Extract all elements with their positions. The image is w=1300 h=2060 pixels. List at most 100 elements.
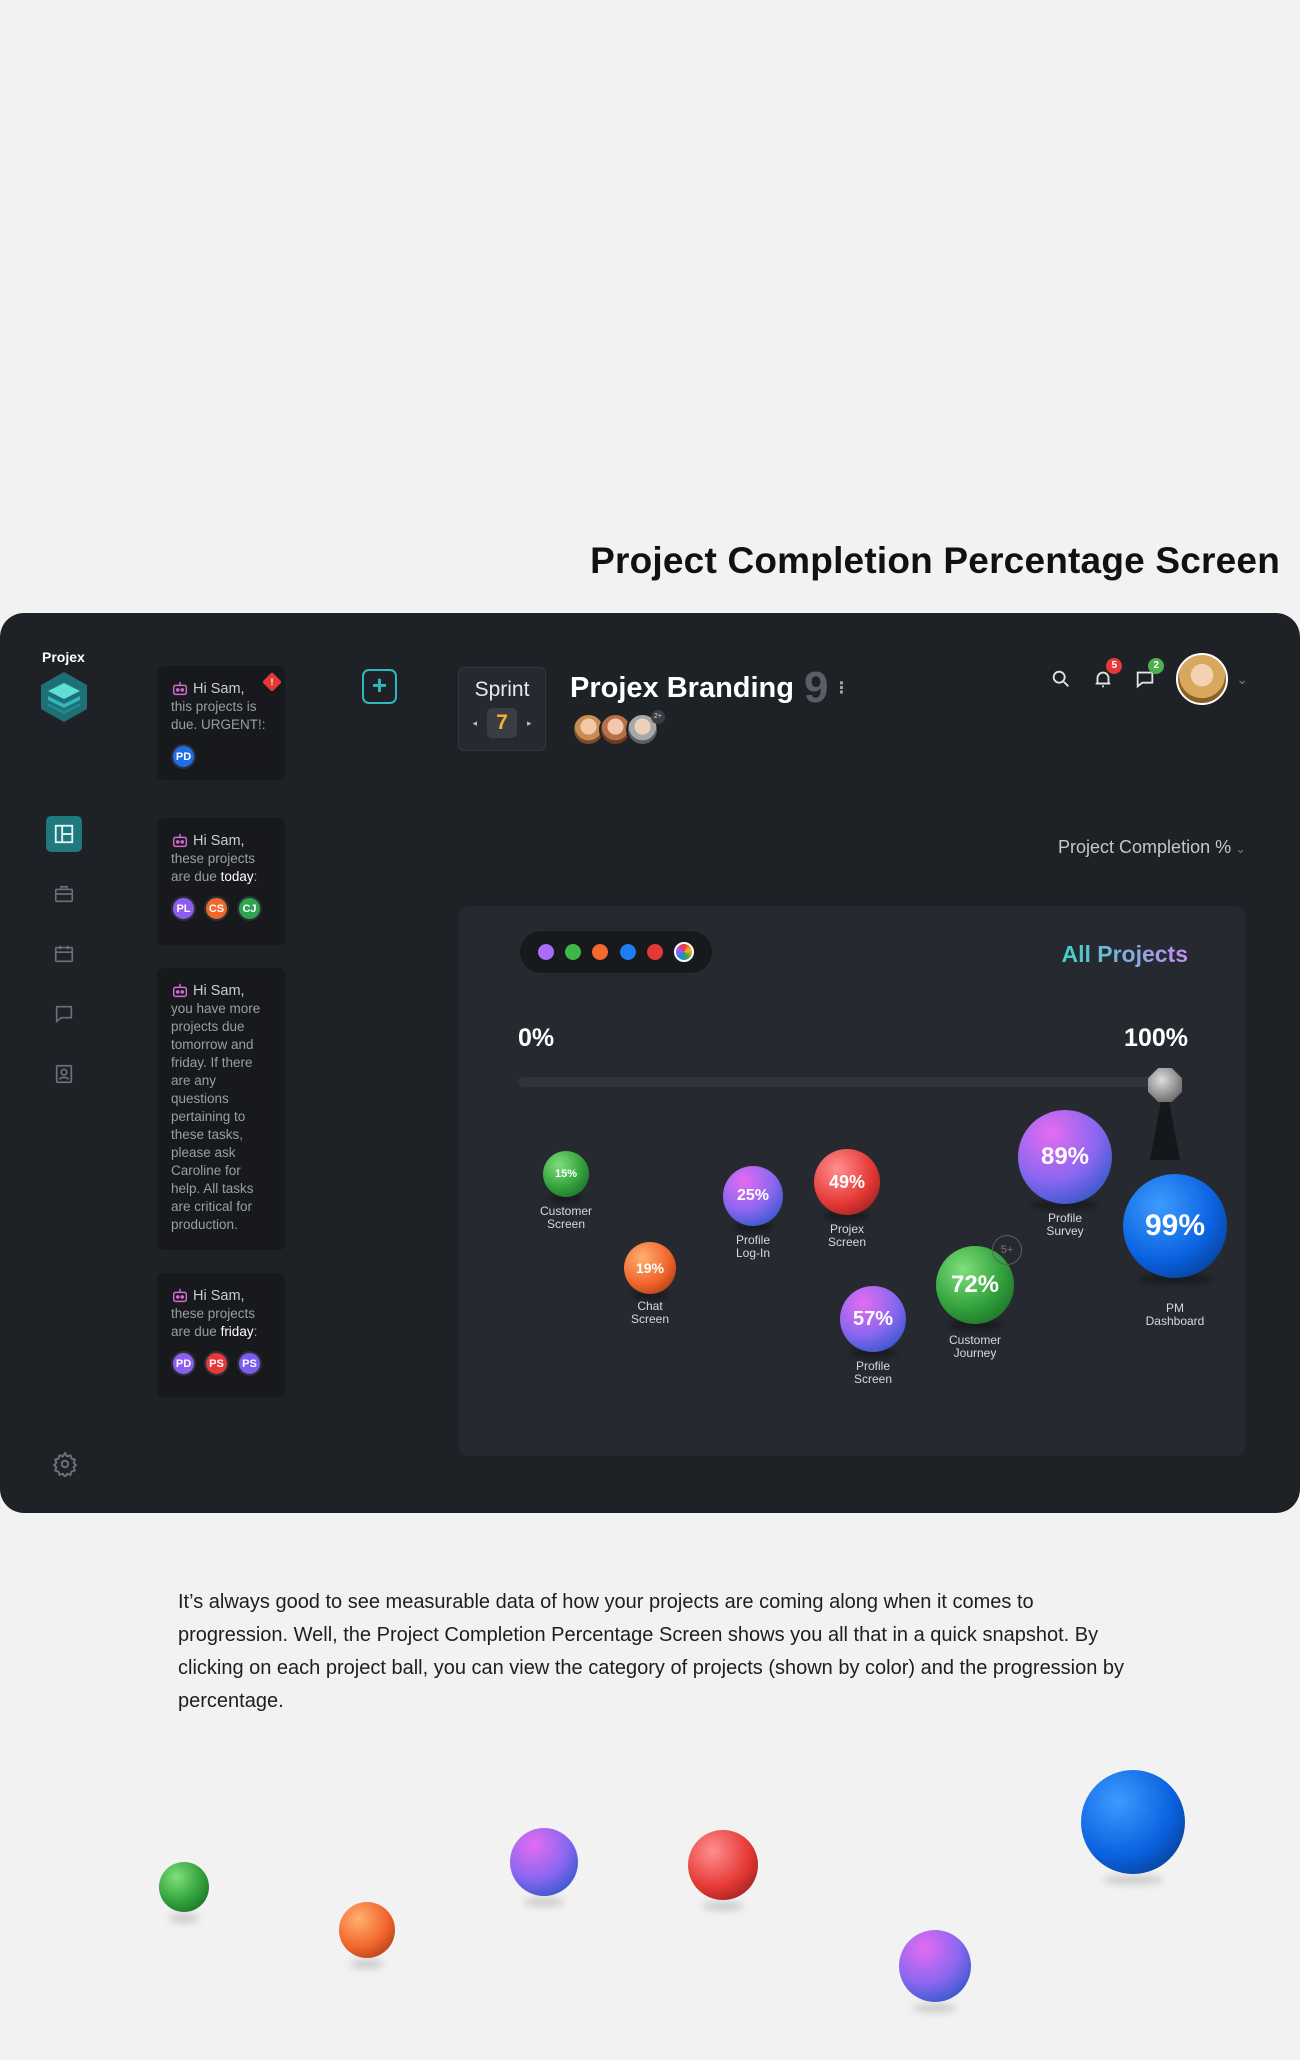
project-ball-label: PM Dashboard <box>1145 1301 1205 1328</box>
category-green[interactable] <box>564 944 581 960</box>
project-header: Projex Branding 9 ⋮ <box>570 663 849 713</box>
project-ball-label: Profile Screen <box>853 1359 893 1386</box>
note-highlight: friday <box>220 1324 254 1339</box>
project-chip[interactable]: PD <box>171 744 196 769</box>
decorative-ball-shadow <box>1101 1876 1165 1884</box>
slider-pointer <box>1150 1096 1180 1160</box>
project-ball-label: Chat Screen <box>630 1299 670 1326</box>
settings-gear-icon[interactable] <box>52 1451 78 1477</box>
project-ball[interactable]: 89% <box>1018 1110 1112 1204</box>
decorative-ball <box>159 1862 209 1912</box>
user-avatar[interactable] <box>1176 653 1229 705</box>
brand-name: Projex <box>42 649 85 665</box>
project-chip[interactable]: PD <box>171 1351 196 1376</box>
app-window: Projex ! Hi Sam, this projects is due. U… <box>0 613 1300 1513</box>
category-red[interactable] <box>646 944 663 960</box>
chat-bubble-icon[interactable]: 2 <box>1134 658 1165 690</box>
nav-contacts-icon[interactable] <box>46 1056 82 1092</box>
project-ball-label: Projex Screen <box>827 1222 867 1249</box>
notification-card[interactable]: Hi Sam, you have more projects due tomor… <box>157 968 285 1250</box>
description-text: It’s always good to see measurable data … <box>178 1591 1125 1712</box>
project-ball-label: Profile Survey <box>1046 1211 1084 1238</box>
search-icon[interactable] <box>1050 668 1072 690</box>
completion-slider-track[interactable] <box>518 1077 1178 1087</box>
chat-count-badge: 2 <box>1148 658 1165 674</box>
sprint-prev-button[interactable]: ◂ <box>472 718 477 729</box>
projex-logo-icon <box>41 672 87 722</box>
notification-card[interactable]: ! Hi Sam, this projects is due. URGENT!:… <box>157 666 285 780</box>
project-ball-label: Profile Log-In <box>735 1233 771 1260</box>
bell-count-badge: 5 <box>1106 658 1123 674</box>
project-ball[interactable]: 57% <box>840 1286 906 1352</box>
project-ball[interactable]: 15% <box>543 1151 589 1197</box>
completion-panel: All Projects 0% 100% 15% Customer Screen 19… <box>458 906 1246 1456</box>
note-text: you have more projects due tomorrow and … <box>171 1001 261 1232</box>
project-chip[interactable]: PS <box>204 1351 229 1376</box>
team-avatars[interactable]: 2+ <box>572 710 665 746</box>
decorative-ball <box>339 1902 395 1958</box>
category-orange[interactable] <box>592 944 609 960</box>
project-chip[interactable]: CJ <box>237 896 262 921</box>
project-ball-label: Customer Screen <box>539 1204 592 1231</box>
nav-chat-icon[interactable] <box>46 996 82 1032</box>
project-ball[interactable]: 49% <box>814 1149 880 1215</box>
nav-dashboard-icon[interactable] <box>46 816 82 852</box>
decorative-ball <box>1081 1770 1185 1874</box>
nav-calendar-icon[interactable] <box>46 936 82 972</box>
chevron-down-icon: ⌄ <box>1235 841 1246 856</box>
sprint-next-button[interactable]: ▸ <box>527 718 532 729</box>
team-more-badge: 2+ <box>651 710 665 724</box>
decorative-ball-shadow <box>702 1902 744 1910</box>
project-ball[interactable]: 25% <box>723 1166 783 1226</box>
category-filter <box>520 931 712 973</box>
project-chip[interactable]: PS <box>237 1351 262 1376</box>
category-all[interactable] <box>674 942 695 962</box>
add-project-button[interactable]: + <box>362 669 397 704</box>
category-blue[interactable] <box>619 944 636 960</box>
range-min: 0% <box>518 1024 555 1052</box>
note-greeting: Hi Sam, <box>193 681 245 697</box>
project-title: Projex Branding <box>570 671 794 704</box>
decorative-ball <box>899 1930 971 2002</box>
project-count: 9 <box>804 663 829 712</box>
decorative-ball-shadow <box>523 1898 565 1906</box>
range-max: 100% <box>1124 1024 1188 1052</box>
note-tail: : <box>253 869 258 884</box>
nav-briefcase-icon[interactable] <box>46 876 82 912</box>
filter-label: Project Completion % <box>1058 837 1232 857</box>
note-greeting: Hi Sam, <box>193 833 245 849</box>
decorative-ball <box>510 1828 578 1896</box>
sprint-selector: Sprint ◂ 7 ▸ <box>458 667 546 751</box>
decorative-ball-shadow <box>350 1960 384 1968</box>
project-chip[interactable]: PL <box>171 896 196 921</box>
robot-icon <box>172 983 188 998</box>
project-ball[interactable]: 19% <box>624 1242 676 1294</box>
robot-icon <box>172 1288 188 1303</box>
sprint-label: Sprint <box>474 678 530 701</box>
slider-handle[interactable] <box>1148 1068 1182 1102</box>
sprint-number: 7 <box>487 708 517 738</box>
bell-icon[interactable]: 5 <box>1092 658 1123 690</box>
project-ball-label: Customer Journey <box>948 1333 1001 1360</box>
robot-icon <box>172 681 188 696</box>
urgent-icon: ! <box>262 672 282 692</box>
chevron-down-icon[interactable]: ⌄ <box>1236 671 1248 688</box>
completion-filter-dropdown[interactable]: Project Completion % ⌄ <box>1058 837 1246 858</box>
note-tail: : <box>253 1324 258 1339</box>
notification-card[interactable]: Hi Sam, these projects are due friday: P… <box>157 1273 285 1397</box>
more-options-icon[interactable]: ⋮ <box>833 680 849 696</box>
page-title: Project Completion Percentage Screen <box>590 540 1280 581</box>
note-greeting: Hi Sam, <box>193 983 245 999</box>
note-highlight: today <box>220 869 254 884</box>
header-actions: 5 2 ⌄ <box>1050 653 1248 705</box>
note-text: this projects is due. URGENT!: <box>171 699 266 732</box>
decorative-ball <box>688 1830 758 1900</box>
more-projects-badge[interactable]: 5+ <box>992 1235 1022 1265</box>
robot-icon <box>172 833 188 848</box>
category-purple[interactable] <box>537 944 554 960</box>
project-ball[interactable]: 99% <box>1123 1174 1227 1278</box>
notification-card[interactable]: Hi Sam, these projects are due today: PL… <box>157 818 285 945</box>
decorative-ball-shadow <box>169 1914 199 1922</box>
note-greeting: Hi Sam, <box>193 1288 245 1304</box>
project-chip[interactable]: CS <box>204 896 229 921</box>
